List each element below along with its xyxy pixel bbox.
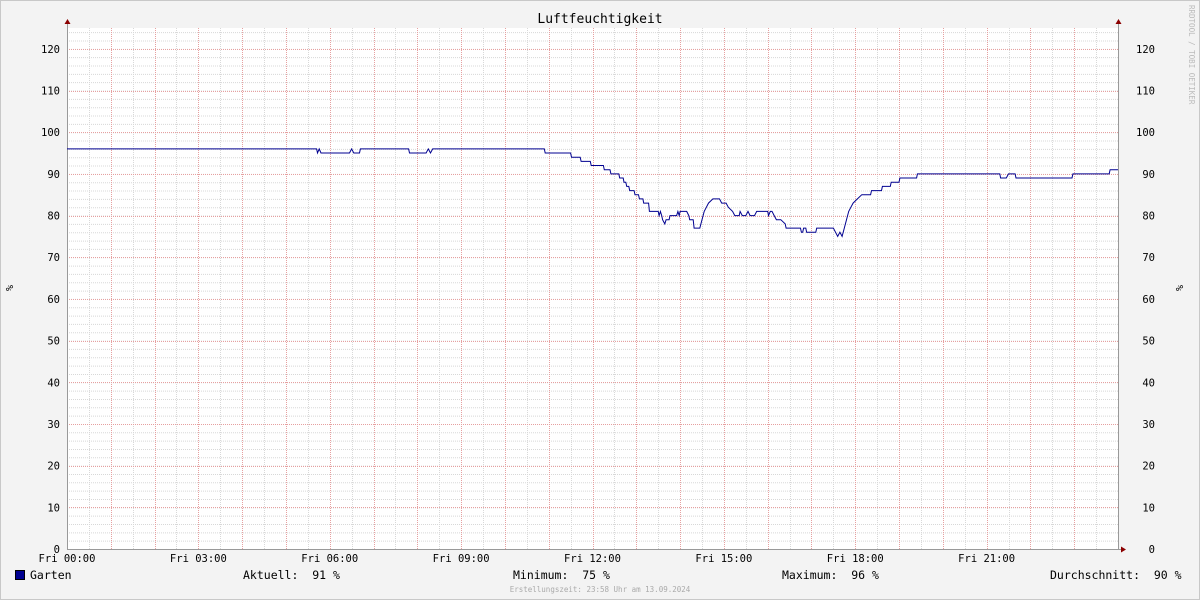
- x-tick-label: Fri 09:00: [433, 553, 490, 565]
- y-tick-labels-right: 0 10 20 30 40 50 60 70 80 90 100 110 120: [1136, 44, 1155, 556]
- x-tick-label: Fri 18:00: [827, 553, 884, 565]
- chart-title: Luftfeuchtigkeit: [537, 12, 662, 27]
- y-tick-label-right: 0: [1149, 544, 1155, 556]
- y-tick-label: 80: [47, 211, 60, 223]
- y-tick-labels-left: 0102030405060708090100110120: [41, 44, 60, 556]
- y-tick-label: 30: [47, 419, 60, 431]
- plot-area: [67, 28, 1118, 549]
- y-tick-label: 70: [47, 252, 60, 264]
- y-axis-arrow-right: [1115, 19, 1122, 24]
- y-tick-label: 60: [47, 294, 60, 306]
- legend-series-name: Garten: [30, 568, 72, 582]
- y-tick-label-right: 40: [1142, 377, 1155, 389]
- watermark: RRDTOOL / TOBI OETIKER: [1187, 5, 1196, 105]
- y-tick-label-right: 20: [1142, 461, 1155, 473]
- y-axis-label-left: %: [5, 285, 16, 291]
- x-tick-labels: Fri 00:00 Fri 03:00 Fri 06:00 Fri 09:00 Fri …: [39, 553, 1016, 565]
- legend-average: Durchschnitt: 90 %: [1050, 568, 1182, 582]
- y-tick-label: 10: [47, 502, 60, 514]
- legend-minimum: Minimum: 75 %: [513, 568, 610, 582]
- y-axis-label-right: %: [1175, 285, 1186, 291]
- y-tick-label-right: 120: [1136, 44, 1155, 56]
- x-tick-label: Fri 15:00: [695, 553, 752, 565]
- y-tick-label-right: 60: [1142, 294, 1155, 306]
- y-tick-label: 110: [41, 86, 60, 98]
- x-tick-label: Fri 06:00: [301, 553, 358, 565]
- minor-grid: [67, 28, 1119, 550]
- y-tick-label: 120: [41, 44, 60, 56]
- creation-timestamp: Erstellungszeit: 23:58 Uhr am 13.09.2024: [509, 585, 691, 594]
- y-tick-label-right: 70: [1142, 252, 1155, 264]
- humidity-chart: 0 10 20 30 40 50 60 70 80 90 100 110 120 0 10 20 30 40 50…: [5, 5, 1196, 565]
- y-tick-label-right: 110: [1136, 86, 1155, 98]
- y-tick-label: 90: [47, 169, 60, 181]
- y-tick-label-right: 30: [1142, 419, 1155, 431]
- x-tick-label: Fri 03:00: [170, 553, 227, 565]
- y-tick-label-right: 90: [1142, 169, 1155, 181]
- x-tick-label: Fri 12:00: [564, 553, 621, 565]
- y-tick-label: 20: [47, 461, 60, 473]
- y-tick-label: 100: [41, 127, 60, 139]
- y-tick-label-right: 10: [1142, 502, 1155, 514]
- x-axis-arrow: [1121, 546, 1126, 553]
- legend-maximum: Maximum: 96 %: [782, 568, 879, 582]
- x-tick-label: Fri 21:00: [958, 553, 1015, 565]
- x-tick-label: Fri 00:00: [39, 553, 96, 565]
- legend-current: Aktuell: 91 %: [243, 568, 340, 582]
- y-tick-label: 50: [47, 336, 60, 348]
- y-tick-label-right: 80: [1142, 211, 1155, 223]
- y-tick-label: 40: [47, 377, 60, 389]
- y-tick-label-right: 100: [1136, 127, 1155, 139]
- y-axis-arrow-left: [64, 19, 71, 24]
- y-tick-label-right: 50: [1142, 336, 1155, 348]
- legend-swatch: [15, 570, 25, 580]
